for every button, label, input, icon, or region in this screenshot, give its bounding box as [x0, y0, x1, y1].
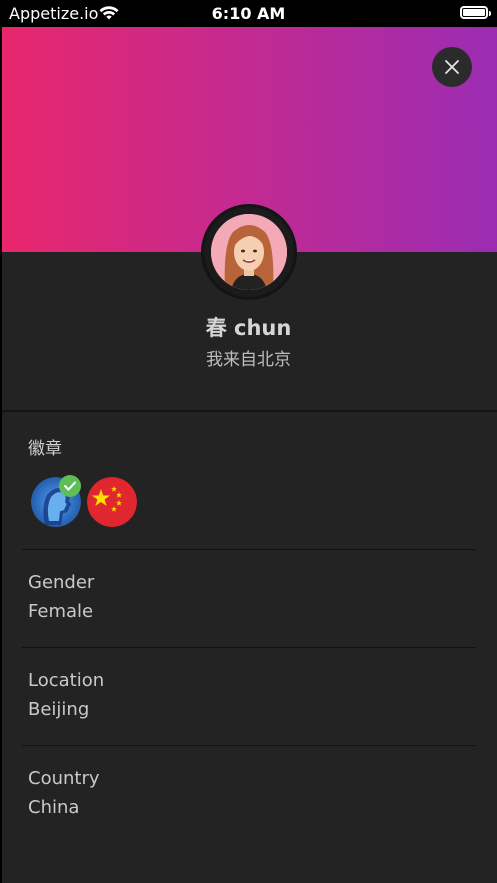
profile-name: 春 chun: [205, 316, 292, 340]
status-time: 6:10 AM: [211, 4, 286, 23]
verified-check-icon: [59, 475, 81, 497]
location-label: Location: [28, 670, 105, 691]
china-flag-badge-icon[interactable]: [87, 477, 137, 527]
avatar-image: [211, 214, 287, 290]
battery-icon: [460, 6, 491, 19]
profile-subtitle: 我来自北京: [206, 350, 291, 370]
section-divider: [22, 745, 476, 746]
verified-profile-badge-icon[interactable]: [31, 475, 81, 527]
status-bar: Appetize.io 6:10 AM: [0, 0, 497, 27]
close-button[interactable]: [432, 47, 472, 87]
country-label: Country: [28, 768, 100, 789]
close-icon: [445, 60, 459, 74]
gender-value: Female: [28, 601, 94, 622]
avatar: [201, 204, 297, 300]
location-value: Beijing: [28, 699, 90, 720]
country-value: China: [28, 797, 80, 818]
section-divider: [2, 410, 497, 412]
gender-label: Gender: [28, 572, 95, 593]
section-divider: [22, 549, 476, 550]
section-divider: [22, 647, 476, 648]
badges-section-title: 徽章: [28, 439, 62, 459]
